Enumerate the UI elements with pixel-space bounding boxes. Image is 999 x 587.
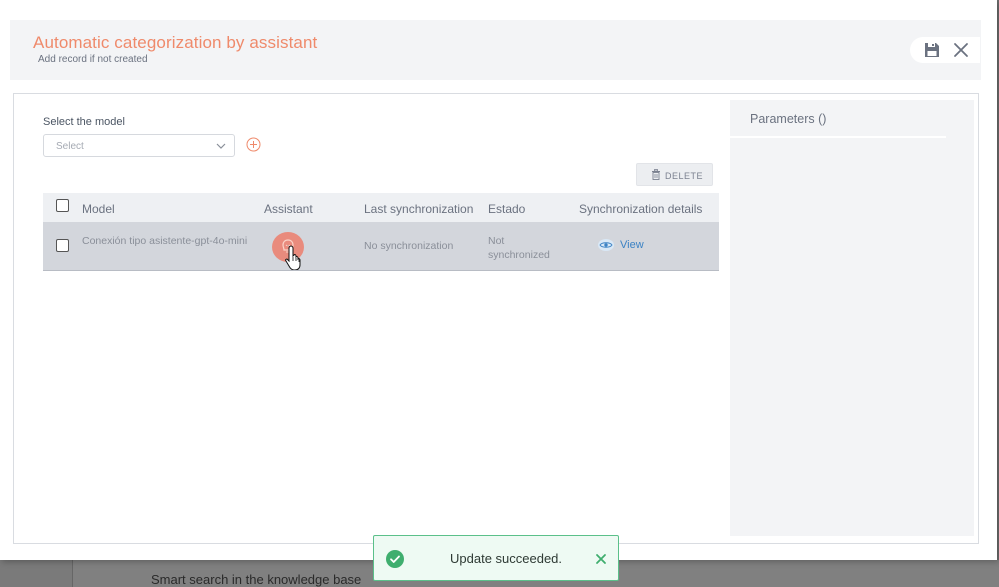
- close-icon[interactable]: [952, 41, 970, 59]
- delete-button-label: DELETE: [665, 171, 704, 181]
- chevron-down-icon: [216, 143, 226, 149]
- modal-title: Automatic categorization by assistant: [33, 33, 318, 52]
- add-model-icon[interactable]: [246, 137, 261, 152]
- parameters-panel: Parameters (): [730, 100, 974, 536]
- cell-last-sync: No synchronization: [364, 240, 454, 252]
- modal-subtitle: Add record if not created: [38, 54, 148, 65]
- column-header-model: Model: [82, 202, 115, 216]
- select-all-checkbox[interactable]: [56, 199, 69, 212]
- hand-cursor-icon: [285, 245, 301, 270]
- view-details-link[interactable]: View: [598, 239, 644, 251]
- model-select[interactable]: Select: [43, 134, 235, 157]
- delete-button[interactable]: DELETE: [636, 163, 713, 186]
- cell-model: Conexión tipo asistente-gpt-4o-mini: [82, 235, 248, 247]
- trash-icon: [652, 169, 660, 180]
- table-row[interactable]: Conexión tipo asistente-gpt-4o-mini No s…: [43, 222, 719, 271]
- modal-body: Select the model Select DELETE Model Ass…: [13, 93, 979, 544]
- column-header-sync-details: Synchronization details: [579, 202, 703, 216]
- check-circle-icon: [386, 550, 404, 568]
- modal-dialog: Automatic categorization by assistant Ad…: [0, 0, 997, 560]
- models-table: Model Assistant Last synchronization Est…: [43, 193, 719, 271]
- eye-icon: [598, 239, 614, 251]
- header-actions: [910, 37, 980, 63]
- background-text: Smart search in the knowledge base: [151, 572, 362, 587]
- toast-message: Update succeeded.: [450, 551, 563, 566]
- row-checkbox[interactable]: [56, 239, 69, 252]
- model-select-label: Select the model: [43, 116, 125, 128]
- parameters-title: Parameters (): [750, 112, 827, 126]
- parameters-divider: [730, 136, 946, 138]
- save-icon[interactable]: [924, 42, 940, 58]
- table-header: Model Assistant Last synchronization Est…: [43, 193, 719, 222]
- cell-estado: Not synchronized: [488, 235, 550, 261]
- view-details-label: View: [620, 239, 644, 251]
- toast-close-icon[interactable]: [594, 552, 608, 566]
- modal-header: Automatic categorization by assistant Ad…: [10, 20, 981, 80]
- model-select-placeholder: Select: [56, 141, 84, 152]
- column-header-estado: Estado: [488, 202, 526, 216]
- toast-notification: Update succeeded.: [373, 535, 619, 581]
- column-header-assistant: Assistant: [264, 202, 313, 216]
- column-header-last-sync: Last synchronization: [364, 202, 474, 216]
